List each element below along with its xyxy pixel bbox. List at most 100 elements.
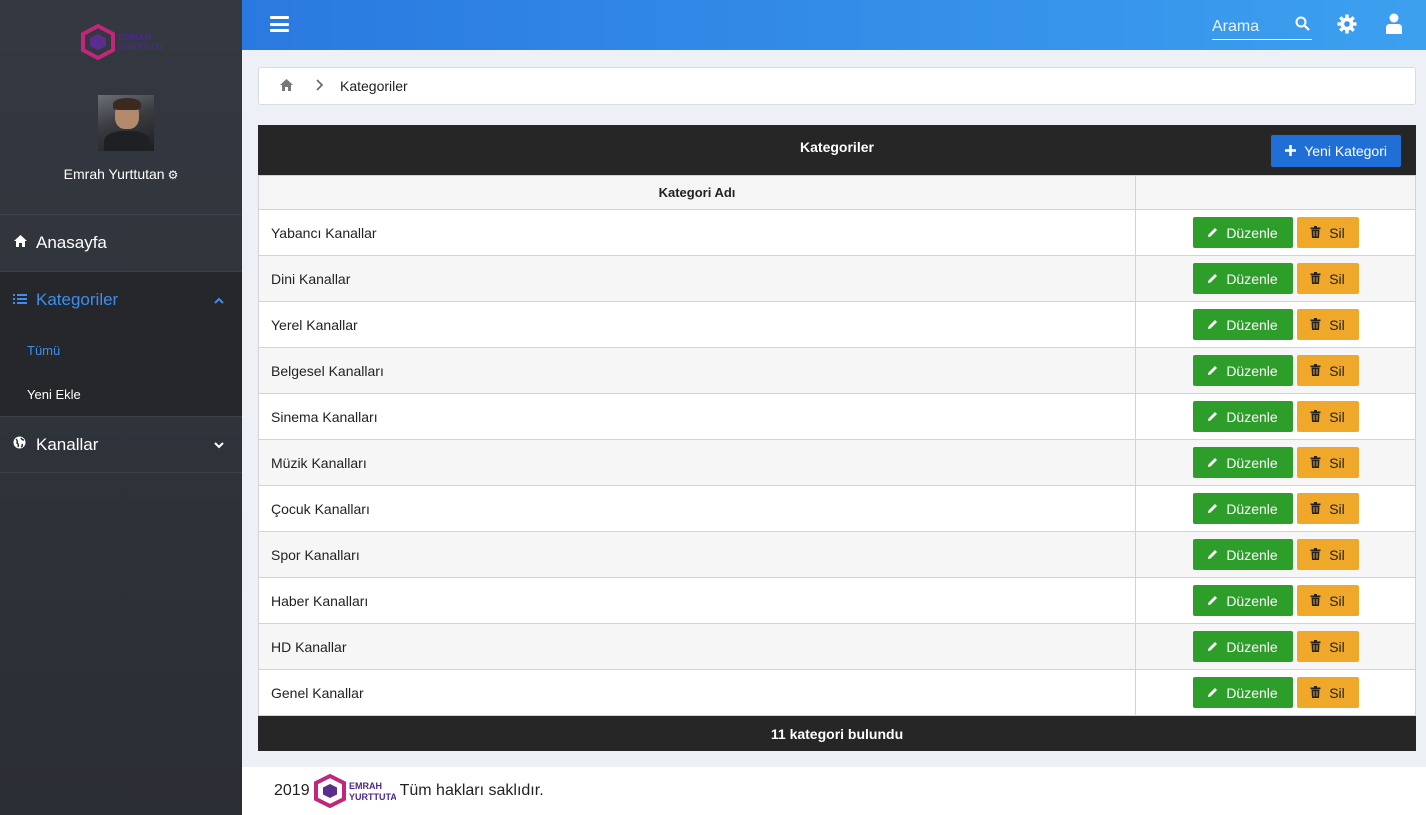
delete-label: Sil: [1329, 270, 1345, 287]
search-input[interactable]: [1212, 14, 1292, 36]
menu-toggle-icon[interactable]: [270, 16, 289, 32]
pencil-icon: [1207, 639, 1218, 655]
breadcrumb: Kategoriler: [258, 67, 1416, 105]
delete-button[interactable]: Sil: [1296, 585, 1359, 616]
pencil-icon: [1207, 225, 1218, 241]
sidebar-item-label: Kategoriler: [36, 290, 119, 309]
edit-label: Düzenle: [1226, 270, 1278, 287]
categories-panel: Kategoriler Yeni Kategori Kategori Adı Y…: [258, 125, 1416, 751]
delete-button[interactable]: Sil: [1296, 263, 1359, 294]
edit-button[interactable]: Düzenle: [1192, 263, 1293, 294]
edit-label: Düzenle: [1226, 454, 1278, 471]
gear-icon[interactable]: [1337, 14, 1357, 39]
edit-button[interactable]: Düzenle: [1192, 447, 1293, 478]
user-name[interactable]: Emrah Yurttutan ⚙: [0, 166, 242, 182]
new-category-button[interactable]: Yeni Kategori: [1271, 135, 1401, 167]
trash-icon: [1310, 593, 1321, 609]
delete-button[interactable]: Sil: [1296, 539, 1359, 570]
column-header-actions: [1135, 175, 1416, 210]
delete-button[interactable]: Sil: [1296, 631, 1359, 662]
delete-button[interactable]: Sil: [1296, 355, 1359, 386]
row-actions: Düzenle Sil: [1135, 531, 1416, 578]
delete-button[interactable]: Sil: [1296, 677, 1359, 708]
delete-label: Sil: [1329, 454, 1345, 471]
brand-logo-icon: EMRAH YURTTUTAN: [81, 23, 162, 61]
footer-text: Tüm hakları saklıdır.: [399, 782, 544, 799]
user-settings-icon[interactable]: ⚙: [168, 168, 179, 182]
chevron-up-icon: [214, 293, 224, 307]
svg-text:YURTTUTAN: YURTTUTAN: [349, 792, 396, 802]
row-actions: Düzenle Sil: [1135, 393, 1416, 440]
panel-footer: 11 kategori bulundu: [770, 726, 904, 742]
home-icon: [13, 234, 36, 252]
edit-button[interactable]: Düzenle: [1192, 539, 1293, 570]
category-name: HD Kanallar: [258, 623, 1136, 670]
edit-button[interactable]: Düzenle: [1192, 677, 1293, 708]
edit-button[interactable]: Düzenle: [1192, 401, 1293, 432]
user-icon[interactable]: [1386, 13, 1402, 40]
sidebar-item-label: Kanallar: [36, 434, 99, 454]
table-row: Çocuk Kanalları Düzenle Sil: [258, 485, 1416, 532]
sidebar-logo[interactable]: EMRAH YURTTUTAN: [0, 0, 242, 82]
topbar: [242, 0, 1426, 50]
plus-icon: [1285, 143, 1297, 159]
category-name: Belgesel Kanalları: [258, 347, 1136, 394]
delete-label: Sil: [1329, 362, 1345, 379]
delete-label: Sil: [1329, 684, 1345, 701]
edit-label: Düzenle: [1226, 316, 1278, 333]
table-row: Spor Kanalları Düzenle Sil: [258, 531, 1416, 578]
page-footer: 2019 EMRAH YURTTUTAN Tüm hakları saklıdı…: [242, 767, 1426, 815]
trash-icon: [1310, 363, 1321, 379]
category-name: Spor Kanalları: [258, 531, 1136, 578]
breadcrumb-current: Kategoriler: [340, 78, 408, 94]
edit-button[interactable]: Düzenle: [1192, 631, 1293, 662]
edit-button[interactable]: Düzenle: [1192, 585, 1293, 616]
pencil-icon: [1207, 409, 1218, 425]
category-name: Çocuk Kanalları: [258, 485, 1136, 532]
trash-icon: [1310, 639, 1321, 655]
chevron-right-icon: [316, 78, 324, 94]
table-row: HD Kanallar Düzenle Sil: [258, 623, 1416, 670]
category-name: Müzik Kanalları: [258, 439, 1136, 486]
sidebar-item-anasayfa[interactable]: Anasayfa: [0, 214, 242, 271]
sidebar-item-kanallar[interactable]: Kanallar: [0, 416, 242, 473]
delete-label: Sil: [1329, 224, 1345, 241]
delete-label: Sil: [1329, 592, 1345, 609]
delete-button[interactable]: Sil: [1296, 401, 1359, 432]
table-row: Belgesel Kanalları Düzenle Sil: [258, 347, 1416, 394]
edit-button[interactable]: Düzenle: [1192, 309, 1293, 340]
search-icon[interactable]: [1295, 16, 1310, 36]
pencil-icon: [1207, 363, 1218, 379]
row-actions: Düzenle Sil: [1135, 485, 1416, 532]
edit-label: Düzenle: [1226, 408, 1278, 425]
category-name: Yerel Kanallar: [258, 301, 1136, 348]
delete-button[interactable]: Sil: [1296, 447, 1359, 478]
sidebar-item-kategoriler[interactable]: Kategoriler: [0, 271, 242, 328]
delete-label: Sil: [1329, 408, 1345, 425]
row-actions: Düzenle Sil: [1135, 439, 1416, 486]
user-name-label: Emrah Yurttutan: [63, 166, 165, 182]
category-name: Sinema Kanalları: [258, 393, 1136, 440]
pencil-icon: [1207, 685, 1218, 701]
delete-button[interactable]: Sil: [1296, 493, 1359, 524]
edit-label: Düzenle: [1226, 546, 1278, 563]
edit-button[interactable]: Düzenle: [1192, 355, 1293, 386]
edit-label: Düzenle: [1226, 362, 1278, 379]
delete-label: Sil: [1329, 316, 1345, 333]
brand-logo-icon: EMRAH YURTTUTAN: [313, 774, 396, 808]
edit-label: Düzenle: [1226, 500, 1278, 517]
table-row: Yabancı Kanallar Düzenle Sil: [258, 209, 1416, 256]
delete-button[interactable]: Sil: [1296, 309, 1359, 340]
avatar[interactable]: [98, 95, 154, 151]
edit-button[interactable]: Düzenle: [1192, 217, 1293, 248]
sidebar-subitem-tumu[interactable]: Tümü: [0, 328, 242, 372]
pencil-icon: [1207, 317, 1218, 333]
trash-icon: [1310, 455, 1321, 471]
sidebar-subitem-yeni-ekle[interactable]: Yeni Ekle: [0, 372, 242, 416]
trash-icon: [1310, 685, 1321, 701]
delete-button[interactable]: Sil: [1296, 217, 1359, 248]
table-row: Dini Kanallar Düzenle Sil: [258, 255, 1416, 302]
edit-label: Düzenle: [1226, 684, 1278, 701]
edit-button[interactable]: Düzenle: [1192, 493, 1293, 524]
home-icon[interactable]: [279, 78, 294, 95]
